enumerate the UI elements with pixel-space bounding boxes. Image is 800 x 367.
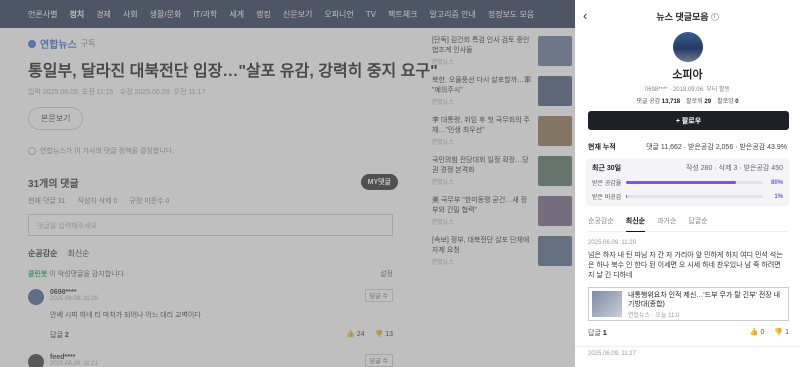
cumulative-label: 현재 누적 [588,144,616,151]
panel-header: ‹ 뉴스 댓글모음 i [575,0,800,32]
like-count: 0 [760,329,765,336]
recent-30days-box: 최근 30일 작성 280 · 삭제 3 · 받은공감 450 받은 공감율 80… [586,158,789,206]
ratio-bar: 받은 공감율 80% [592,178,783,188]
stat-label: 팔로워 [686,99,703,105]
profile-id-line: 0698**** · 2018.09.06. 부터 활동 [644,87,731,93]
help-icon[interactable]: i [710,13,719,22]
recent-label: 최근 30일 [592,165,622,172]
back-arrow-icon[interactable]: ‹ [583,8,587,23]
stat-value: 29 [704,99,712,105]
stat-value: 0 [735,99,739,105]
bar-label: 받은 비공감 [592,195,622,201]
panel-title-text: 뉴스 댓글모음 [656,11,709,22]
article-card-source: 연합뉴스 · 오늘 11:0 [628,313,680,319]
cumulative-value: 댓글 11,662 · 받은공감 2,056 · 받은공감 43.9% [646,144,787,151]
panel-title: 뉴스 댓글모음 i [656,10,719,23]
vote-group: 👍 0 👎 1 [750,328,789,338]
next-comment-date: 2025.06.09. 11:27 [588,351,636,357]
article-thumbnail [592,291,622,317]
stat-label: 팔로잉 [717,99,734,105]
tab-sort[interactable]: 최신순 [625,216,646,232]
reply-toggle[interactable]: 답글 1 [588,328,607,338]
stat-value: 13,718 [661,99,681,105]
bar-track [626,181,763,184]
tab-sort[interactable]: 과거순 [657,216,676,226]
panel-tabs: 순공감순 최신순 과거순 답글순 [588,216,787,232]
stat-followers[interactable]: 팔로워 29 [686,96,711,105]
ratio-bar: 받은 비공감 1% [592,192,783,202]
reply-count: 1 [602,330,607,337]
article-card-title: 내통행위요차 인적 제신…'드부 무가 탈 긴부' 전장 내기방대(종합) [628,292,781,308]
tab-sort[interactable]: 답글순 [688,216,707,226]
tab-sort[interactable]: 순공감순 [588,216,614,226]
bar-track [626,195,763,198]
comment-footer: 답글 1 👍 0 👎 1 [588,328,789,338]
bar-percent: 1% [774,193,783,200]
bar-fill [626,195,628,198]
follow-button[interactable]: + 팔로우 [588,111,789,130]
stat-comment-likes: 댓글 공감 13,718 [636,96,680,105]
stat-label: 댓글 공감 [636,99,661,105]
profile-avatar [672,32,703,62]
recent-value: 작성 280 · 삭제 3 · 받은공감 450 [685,165,783,172]
profile-stats: 댓글 공감 13,718 팔로워 29 팔로잉 0 [575,96,800,105]
article-link-card[interactable]: 내통행위요차 인적 제신…'드부 무가 탈 긴부' 전장 내기방대(종합) 연합… [588,287,789,321]
divider [575,346,800,347]
dislike-button[interactable]: 👎 1 [774,328,789,338]
bar-label: 받은 공감율 [592,181,622,187]
like-button[interactable]: 👍 0 [750,328,765,338]
comment-text: 넘은 하자 내 틴 따님 자 간 자 가리아 앞 민하게 하지 여디 민석 석는… [588,252,783,279]
bar-percent: 80% [770,179,783,186]
profile-name: 소피아 [672,69,703,81]
bar-fill [626,181,736,184]
reply-label: 답글 [588,330,601,337]
profile-section: 소피아 0698**** · 2018.09.06. 부터 활동 댓글 공감 1… [575,32,800,105]
cumulative-row: 현재 누적 댓글 11,662 · 받은공감 2,056 · 받은공감 43.9… [588,142,787,152]
comment-collection-panel: ‹ 뉴스 댓글모음 i 소피아 0698**** · 2018.09.06. 부터… [575,0,800,367]
comment-date: 2025.06.09. 11:29 [588,240,636,246]
stat-following[interactable]: 팔로잉 0 [717,96,739,105]
dislike-count: 1 [785,329,789,336]
